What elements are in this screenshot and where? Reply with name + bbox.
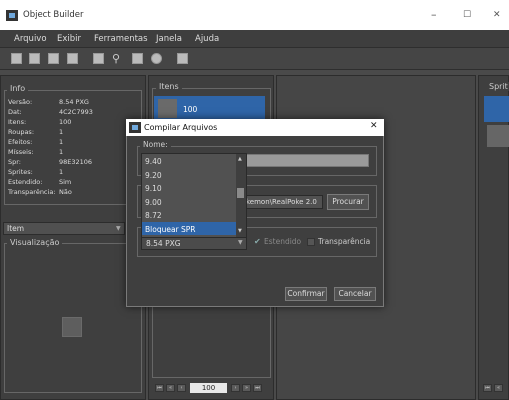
- save-icon[interactable]: [48, 53, 59, 64]
- info-value: Sim: [59, 178, 72, 186]
- close-button[interactable]: ✕: [493, 10, 501, 20]
- info-label: Efeitos:: [8, 138, 33, 146]
- category-value: Item: [7, 224, 25, 233]
- scroll-thumb[interactable]: [237, 188, 244, 198]
- info-value: 4C2C7993: [59, 108, 93, 116]
- sprites-title: Sprit: [486, 82, 509, 91]
- info-value: Não: [59, 188, 72, 196]
- menu-ajuda[interactable]: Ajuda: [195, 34, 219, 44]
- menu-janela[interactable]: Janela: [156, 34, 182, 44]
- dropdown-option[interactable]: 8.72: [145, 211, 162, 220]
- info-value: 8.54 PXG: [59, 98, 89, 106]
- info-label: Estendido:: [8, 178, 43, 186]
- preview-image: [62, 317, 82, 337]
- next-button[interactable]: ›: [231, 384, 240, 392]
- info-label: Dat:: [8, 108, 22, 116]
- menu-exibir[interactable]: Exibir: [57, 34, 81, 44]
- menu-arquivo[interactable]: Arquivo: [14, 34, 47, 44]
- preview-title: Visualização: [7, 238, 63, 247]
- info-value: 1: [59, 168, 64, 176]
- open-folder-icon[interactable]: [29, 53, 40, 64]
- info-label: Sprites:: [8, 168, 33, 176]
- next-fast-button[interactable]: »: [242, 384, 251, 392]
- name-input[interactable]: [243, 154, 369, 167]
- dropdown-option[interactable]: 9.40: [145, 157, 162, 166]
- info-label: Itens:: [8, 118, 27, 126]
- dropdown-option-highlighted[interactable]: Bloquear SPR: [145, 225, 196, 234]
- browse-button[interactable]: Procurar: [327, 194, 369, 210]
- info-value: 1: [59, 148, 64, 156]
- app-icon: [6, 10, 18, 21]
- scroll-up-icon[interactable]: ▲: [238, 156, 242, 162]
- dialog-icon: [129, 122, 141, 133]
- sprites-first-button[interactable]: ⏮: [483, 384, 492, 392]
- extended-label: Estendido: [264, 237, 302, 246]
- dropdown-option[interactable]: 9.10: [145, 184, 162, 193]
- window-title: Object Builder: [23, 10, 84, 20]
- name-label: Nome:: [140, 140, 171, 149]
- items-title: Itens: [156, 82, 182, 91]
- cancel-button[interactable]: Cancelar: [334, 287, 376, 301]
- extended-checkbox[interactable]: ✔: [254, 237, 261, 246]
- info-label: Spr:: [8, 158, 21, 166]
- info-value: 1: [59, 138, 64, 146]
- transparency-checkbox[interactable]: [307, 238, 315, 246]
- transparency-label: Transparência: [318, 237, 371, 246]
- last-page-button[interactable]: ⏭: [253, 384, 262, 392]
- dialog-title: Compilar Arquivos: [144, 123, 218, 132]
- dropdown-option[interactable]: 9.00: [145, 198, 162, 207]
- compile-icon[interactable]: [67, 53, 78, 64]
- scroll-down-icon[interactable]: ▼: [238, 228, 242, 234]
- info-title: Info: [7, 84, 29, 93]
- sprite-item[interactable]: [487, 125, 509, 147]
- chevron-down-icon: ▼: [116, 225, 121, 232]
- page-input[interactable]: 100: [190, 383, 227, 393]
- find-icon[interactable]: [93, 53, 104, 64]
- info-value: 98E32106: [59, 158, 93, 166]
- info-value: 100: [59, 118, 72, 126]
- info-label: Versão:: [8, 98, 33, 106]
- dropdown-option[interactable]: 9.20: [145, 171, 162, 180]
- info-label: Transparência:: [8, 188, 56, 196]
- dialog-close-button[interactable]: ✕: [370, 121, 378, 131]
- version-select[interactable]: 8.54 PXG: [141, 236, 247, 250]
- item-id: 100: [183, 105, 198, 114]
- new-file-icon[interactable]: [11, 53, 22, 64]
- prev-button[interactable]: ‹: [177, 384, 186, 392]
- minimize-button[interactable]: –: [431, 8, 437, 21]
- chevron-down-icon: ▼: [238, 239, 243, 246]
- first-page-button[interactable]: ⏮: [155, 384, 164, 392]
- grid-icon[interactable]: [132, 53, 143, 64]
- menu-ferramentas[interactable]: Ferramentas: [94, 34, 148, 44]
- path-input[interactable]: kemon\RealPoke 2.0: [243, 195, 323, 209]
- info-label: Roupas:: [8, 128, 35, 136]
- maximize-button[interactable]: ☐: [463, 10, 471, 20]
- prev-fast-button[interactable]: «: [166, 384, 175, 392]
- info-value: 1: [59, 128, 64, 136]
- search-icon[interactable]: ⚲: [112, 52, 120, 65]
- sprites-prev-button[interactable]: «: [494, 384, 503, 392]
- sprites-panel: [478, 75, 509, 400]
- sprite-item-selected[interactable]: [484, 96, 509, 122]
- item-thumbnail: [158, 99, 177, 118]
- confirm-button[interactable]: Confirmar: [285, 287, 327, 301]
- info-label: Mísseis:: [8, 148, 34, 156]
- animation-icon[interactable]: [151, 53, 162, 64]
- image-icon[interactable]: [177, 53, 188, 64]
